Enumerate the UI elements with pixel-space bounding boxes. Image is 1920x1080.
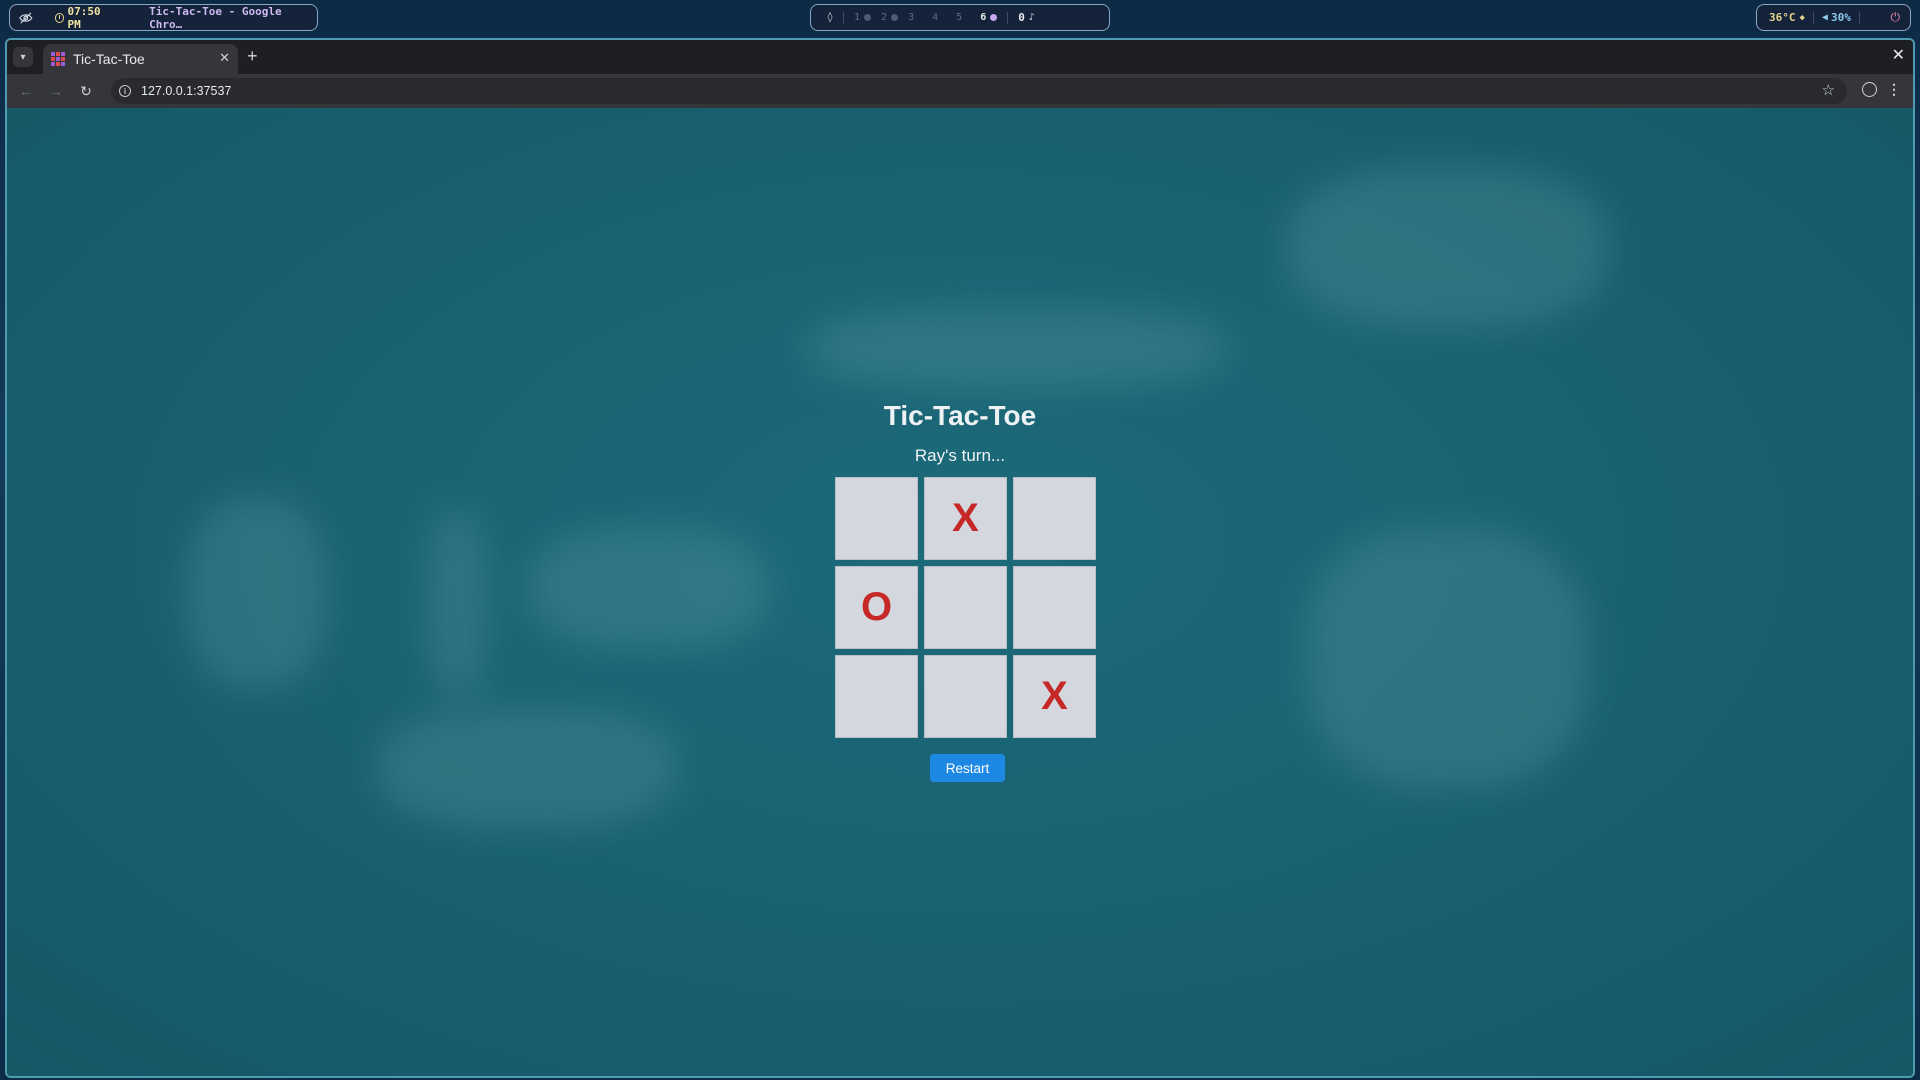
game-board: X O X [835,477,1097,739]
bell-icon[interactable]: ♪ [1029,12,1035,23]
board-cell[interactable]: X [1013,655,1096,738]
workspace-4[interactable]: 4 [932,12,938,23]
launcher-icon[interactable]: ◊ [827,12,833,23]
thermometer-icon: ◆ [1799,12,1805,23]
board-cell[interactable] [924,655,1007,738]
volume-readout[interactable]: 30% [1831,11,1851,24]
board-cell[interactable]: O [835,566,918,649]
reload-icon[interactable]: ↻ [71,83,101,100]
topbar-left-pill: 07:50 PM Tic-Tac-Toe - Google Chro… [9,4,318,31]
tab-search-chevron-icon[interactable]: ▾ [13,47,33,67]
profile-icon[interactable] [1862,82,1877,97]
workspace-5[interactable]: 5 [956,12,962,23]
background-shape [1307,528,1587,788]
background-shape [187,498,327,688]
workspace-1-indicator [864,14,872,21]
workspace-2[interactable]: 2 [881,12,887,23]
workspace-2-indicator [891,14,899,21]
divider [1007,11,1009,24]
workspace-1[interactable]: 1 [854,12,860,23]
close-tab-icon[interactable]: ✕ [219,50,230,66]
page-viewport: Tic-Tac-Toe Ray's turn... X O X Restart [7,108,1913,1076]
background-shape [1287,168,1607,328]
workspace-3[interactable]: 3 [908,12,914,23]
workspace-pill: ◊ 1 2 3 4 5 6 0 ♪ [810,4,1110,31]
background-shape [427,508,487,698]
kebab-menu-icon[interactable]: ⋮ [1887,81,1901,98]
background-shape [527,528,767,648]
restart-button[interactable]: Restart [930,754,1005,782]
notification-count: 0 [1018,11,1025,24]
board-cell[interactable] [1013,566,1096,649]
new-tab-icon[interactable]: + [247,46,258,67]
background-shape [377,708,677,828]
active-window-title: Tic-Tac-Toe - Google Chro… [149,4,282,31]
background-shape [807,308,1227,388]
system-topbar: 07:50 PM Tic-Tac-Toe - Google Chro… ◊ 1 … [0,0,1920,34]
status-pill: 36°C ◆ ◀ 30% ⏻ [1756,4,1911,31]
bookmark-star-icon[interactable]: ☆ [1822,81,1835,99]
speaker-icon[interactable]: ◀ [1822,12,1828,23]
board-cell[interactable] [1013,477,1096,560]
back-icon[interactable]: ← [11,83,41,99]
clock-time: 07:50 PM [67,4,101,31]
board-cell[interactable] [835,477,918,560]
clock-icon [54,12,65,23]
temperature-readout: 36°C [1769,11,1796,24]
divider [1858,11,1860,24]
workspace-6-indicator [990,14,998,21]
tab-tic-tac-toe[interactable]: Tic-Tac-Toe ✕ [43,44,238,74]
address-bar[interactable]: i 127.0.0.1:37537 ☆ [111,78,1847,104]
eye-off-icon[interactable] [19,11,33,25]
board-cell[interactable] [835,655,918,738]
url-text[interactable]: 127.0.0.1:37537 [141,84,231,98]
close-window-icon[interactable]: ✕ [1892,45,1905,65]
favicon-icon [51,52,65,66]
browser-toolbar: ← → ↻ i 127.0.0.1:37537 ☆ ⋮ [7,74,1913,108]
board-cell[interactable]: X [924,477,1007,560]
forward-icon[interactable]: → [41,83,71,99]
browser-window: ▾ Tic-Tac-Toe ✕ + ✕ ← → ↻ i 127.0.0.1:37… [5,38,1915,1078]
divider [843,11,845,24]
site-info-icon[interactable]: i [119,85,131,97]
divider [1812,11,1814,24]
tab-title: Tic-Tac-Toe [73,51,145,67]
workspace-6[interactable]: 6 [980,12,986,23]
power-icon[interactable]: ⏻ [1891,10,1901,25]
turn-status: Ray's turn... [914,446,1006,465]
board-cell[interactable] [924,566,1007,649]
game-title: Tic-Tac-Toe [883,400,1037,431]
tab-strip: ▾ Tic-Tac-Toe ✕ + ✕ [7,40,1913,74]
